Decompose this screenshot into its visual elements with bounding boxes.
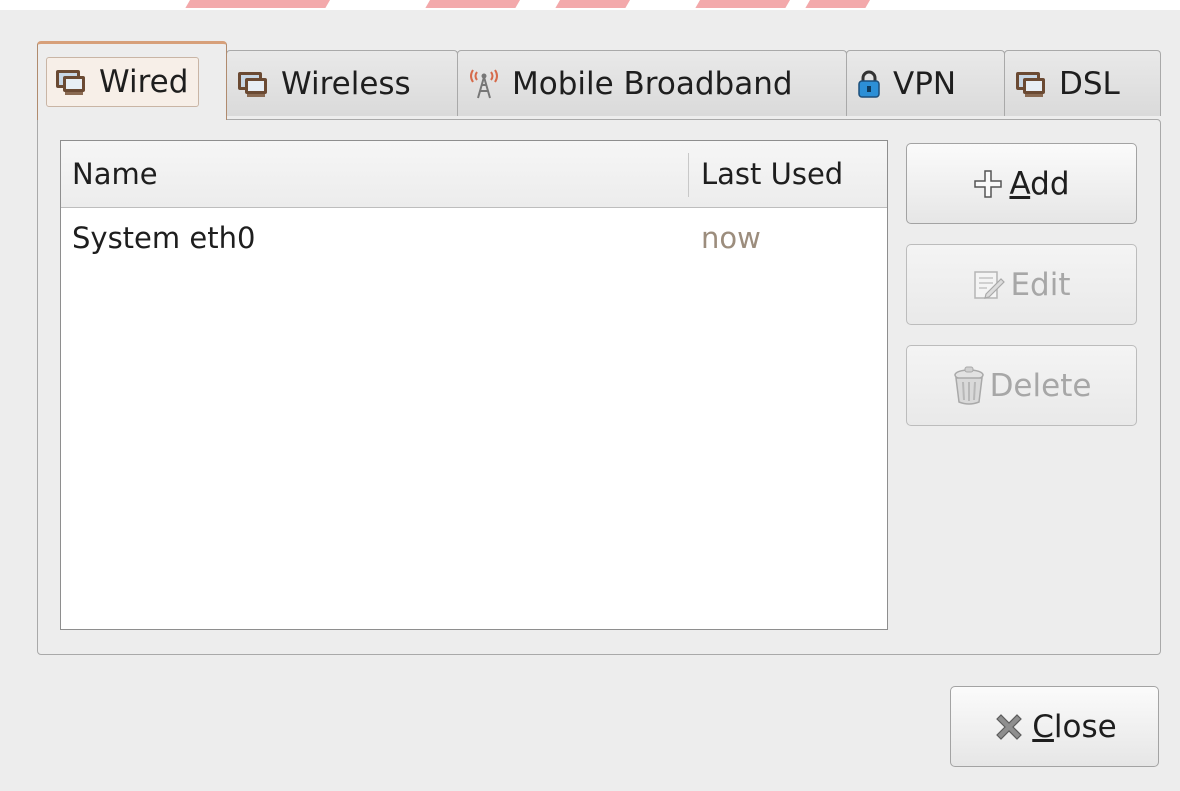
connection-last-used: now <box>701 221 761 255</box>
tab-wireless[interactable]: Wireless <box>226 50 458 116</box>
column-header-name[interactable]: Name <box>72 157 158 191</box>
column-header-last-used[interactable]: Last Used <box>701 157 843 191</box>
column-separator[interactable] <box>688 153 689 197</box>
tab-label: Wireless <box>281 65 411 102</box>
tab-wired[interactable]: Wired <box>37 41 227 120</box>
edit-button[interactable]: Edit <box>906 244 1137 325</box>
delete-label: Delete <box>989 367 1092 404</box>
tab-label: Wired <box>99 64 189 100</box>
delete-button[interactable]: Delete <box>906 345 1137 426</box>
network-dsl-icon <box>1015 70 1047 98</box>
padlock-icon <box>857 69 881 99</box>
connection-name: System eth0 <box>72 221 256 255</box>
tab-vpn[interactable]: VPN <box>846 50 1005 116</box>
list-header: Name Last Used <box>61 141 887 208</box>
add-button[interactable]: Add <box>906 143 1137 224</box>
watermark-strip <box>0 0 1180 10</box>
connections-list[interactable]: Name Last Used System eth0 now <box>60 140 888 630</box>
tab-label: VPN <box>893 65 957 102</box>
edit-label: Edit <box>1010 266 1071 303</box>
add-label: Add <box>1009 165 1070 202</box>
tab-label: Mobile Broadband <box>512 65 793 102</box>
close-label: Close <box>1032 708 1117 745</box>
close-button[interactable]: Close <box>950 686 1159 767</box>
close-icon <box>992 710 1026 744</box>
tab-mobile-broadband[interactable]: Mobile Broadband <box>457 50 847 116</box>
antenna-tower-icon <box>468 68 500 99</box>
tab-label: DSL <box>1059 65 1120 102</box>
tab-dsl[interactable]: DSL <box>1004 50 1161 116</box>
network-wired-icon <box>55 68 87 96</box>
list-item[interactable]: System eth0 now <box>61 209 887 269</box>
plus-icon <box>973 169 1003 199</box>
trash-icon <box>952 366 986 406</box>
network-wireless-icon <box>237 70 269 98</box>
edit-document-icon <box>972 268 1006 302</box>
